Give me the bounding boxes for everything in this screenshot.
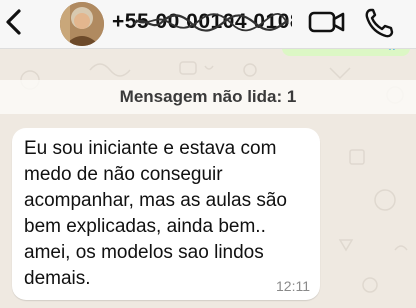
profile-photo [60, 2, 104, 46]
redaction-scribble [133, 12, 289, 32]
unread-messages-banner: Mensagem não lida: 1 [0, 80, 416, 114]
avatar[interactable] [60, 2, 104, 46]
chat-header: +55 00 00104 0108 [0, 0, 416, 49]
video-camera-icon[interactable] [308, 8, 346, 36]
chat-screen: 12:10 +55 00 00104 0108 [0, 0, 416, 308]
message-time: 12:11 [276, 278, 310, 294]
incoming-message[interactable]: Eu sou iniciante e estava com medo de nã… [12, 128, 320, 300]
message-text: Eu sou iniciante e estava com medo de nã… [24, 138, 287, 289]
phone-icon[interactable] [364, 6, 394, 38]
chevron-left-icon[interactable] [2, 6, 26, 38]
